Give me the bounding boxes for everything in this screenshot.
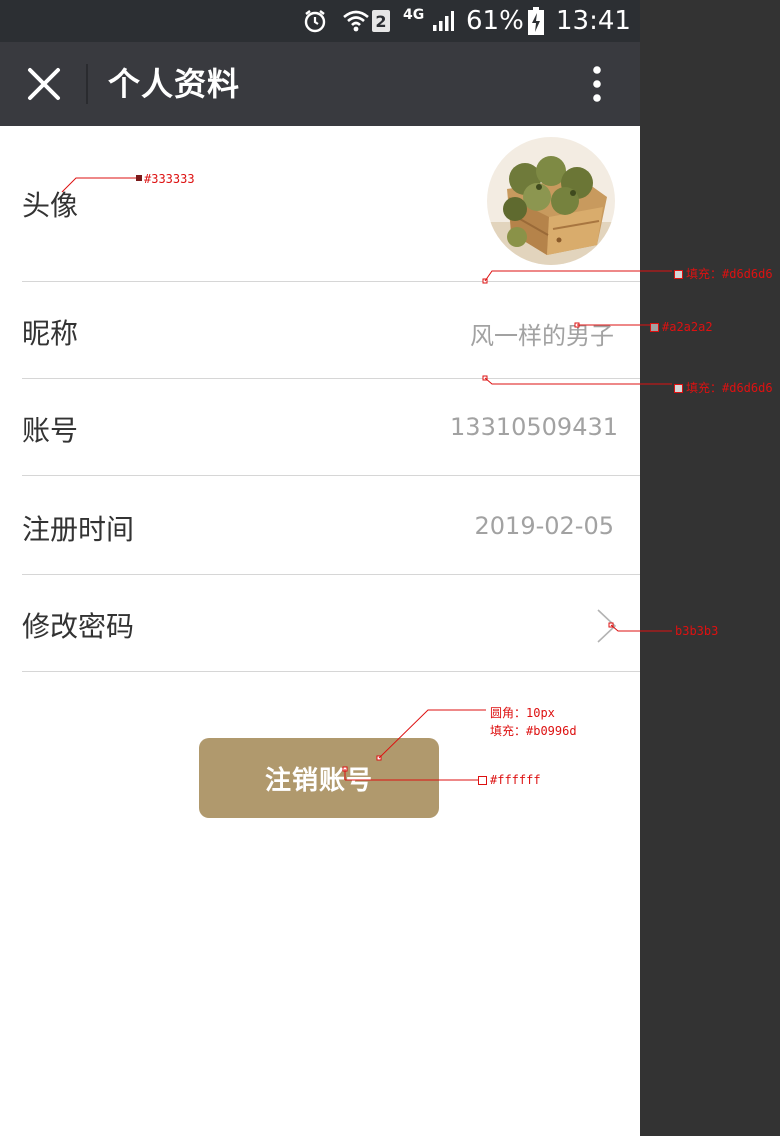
swatch-icon bbox=[674, 270, 683, 279]
annotation-label-color: #333333 bbox=[144, 172, 195, 186]
annotation-value-color-text: #a2a2a2 bbox=[662, 320, 713, 334]
annotation-button-fill: 填充：#b0996d bbox=[490, 722, 577, 739]
annotation-chevron-color: b3b3b3 bbox=[675, 624, 719, 638]
annotation-button-fill-text: 填充：#b0996d bbox=[490, 724, 577, 738]
swatch-icon bbox=[674, 384, 683, 393]
annotation-button-text-color: #ffffff bbox=[478, 773, 541, 787]
annotation-leader-lines bbox=[61, 175, 672, 781]
annotation-divider-fill: 填充：#d6d6d6 bbox=[674, 379, 773, 396]
annotation-value-color: #a2a2a2 bbox=[650, 320, 713, 334]
annotation-divider-fill-text: 填充：#d6d6d6 bbox=[686, 267, 773, 281]
annotation-button-radius: 圆角：10px bbox=[490, 706, 555, 720]
swatch-icon bbox=[650, 323, 659, 332]
annotation-divider-fill-text: 填充：#d6d6d6 bbox=[686, 381, 773, 395]
annotation-divider-fill: 填充：#d6d6d6 bbox=[674, 265, 773, 282]
annotation-button-text-color-text: #ffffff bbox=[490, 773, 541, 787]
swatch-icon bbox=[478, 776, 487, 785]
